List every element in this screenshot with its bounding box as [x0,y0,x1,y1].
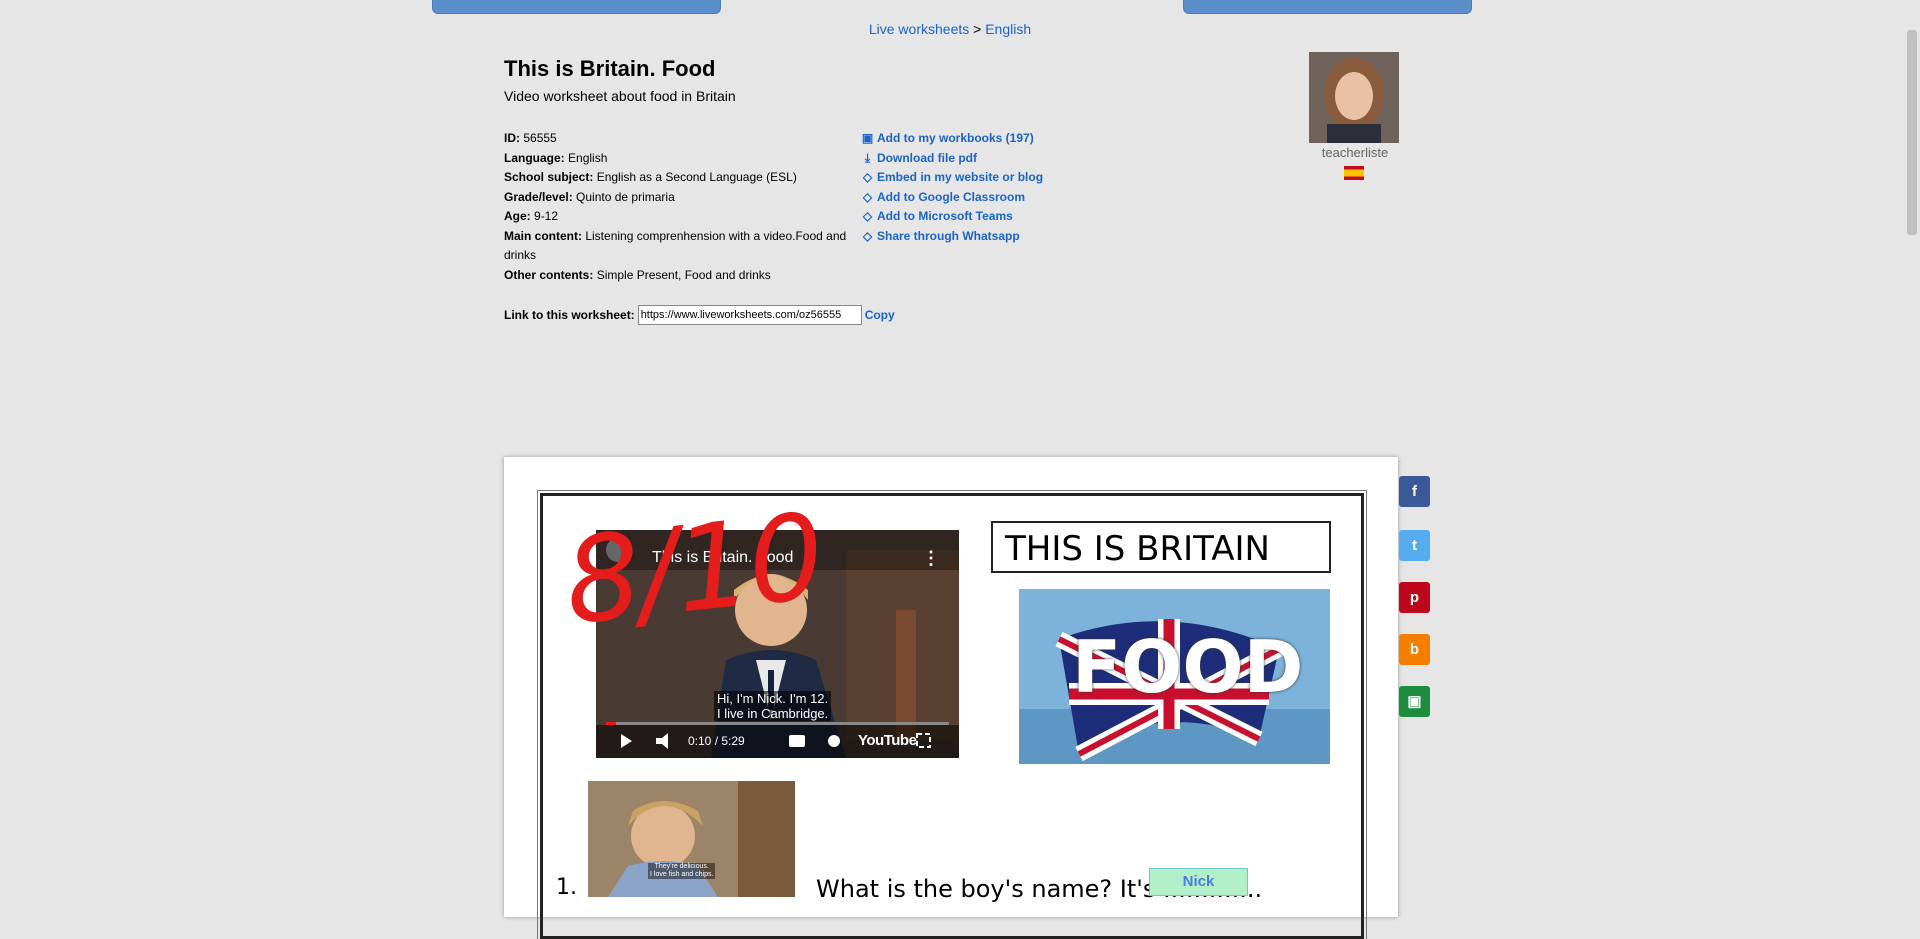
worksheet-link-input[interactable] [637,305,862,325]
embed-icon: ◇ [862,170,873,184]
google-classroom-icon: ▣ [1407,693,1422,710]
microsoft-teams-link[interactable]: ◇ Add to Microsoft Teams [861,207,1043,227]
video-caption: Hi, I'm Nick. I'm 12. I live in Cambridg… [714,691,832,721]
breadcrumb: Live worksheets > English [0,21,1900,37]
facebook-icon: f [1412,483,1417,500]
spain-flag-icon [1344,166,1364,180]
meta-id: ID: 56555 [504,131,557,145]
author-username[interactable]: teacherliste [1300,145,1410,160]
whatsapp-share-link[interactable]: ◇ Share through Whatsapp [861,227,1043,247]
top-right-button[interactable] [1183,0,1472,14]
meta-other-contents: Other contents: Simple Present, Food and… [504,267,771,282]
score-mark: 8/10 [558,486,829,652]
facebook-share-button[interactable]: f [1399,476,1430,507]
meta-language: Language: English [504,150,608,165]
pinterest-share-button[interactable]: p [1399,582,1430,613]
embed-icon: ◇ [862,209,873,223]
youtube-logo[interactable]: YouTube [858,732,917,749]
worksheet-meta: ID: 56555 Language: English School subje… [504,129,859,285]
google-classroom-share-button[interactable]: ▣ [1399,686,1430,717]
page-subtitle: Video worksheet about food in Britain [504,88,736,104]
food-banner-image: FOOD [1019,589,1330,764]
worksheet-heading: THIS IS BRITAIN [991,521,1331,573]
video-time: 0:10 / 5:29 [688,734,745,748]
add-to-workbooks-link[interactable]: ▣ Add to my workbooks (197) [861,129,1043,149]
breadcrumb-section-link[interactable]: English [985,21,1031,37]
embed-link[interactable]: ◇ Embed in my website or blog [861,168,1043,188]
copy-link-button[interactable]: Copy [865,308,895,322]
answer-field[interactable]: Nick [1149,868,1248,896]
author-avatar[interactable] [1309,52,1399,143]
top-left-button[interactable] [432,0,721,14]
worksheet-link-row: Link to this worksheet: Copy [504,305,895,325]
embed-icon: ◇ [862,228,873,243]
embed-icon: ◇ [862,189,873,204]
twitter-share-button[interactable]: t [1399,530,1430,561]
boy-eating-image: They're delicious. I love fish and chips… [588,781,795,897]
workbook-icon: ▣ [861,131,874,145]
food-word: FOOD [1072,625,1304,709]
google-classroom-link[interactable]: ◇ Add to Google Classroom [861,188,1043,208]
page-scrollbar[interactable] [1903,0,1920,904]
pinterest-icon: p [1409,589,1420,606]
meta-main-content: Main content: Listening comprenhension w… [504,228,847,263]
meta-grade: Grade/level: Quinto de primaria [504,189,675,204]
meta-age: Age: 9-12 [504,209,559,223]
more-options-icon[interactable]: ⋮ [922,548,940,569]
scrollbar-thumb[interactable] [1907,30,1917,235]
question-number: 1. [556,875,577,900]
page-title: This is Britain. Food [504,56,716,81]
blogger-icon: b [1409,641,1420,658]
download-pdf-link[interactable]: ⤓ Download file pdf [861,149,1043,169]
worksheet-actions: ▣ Add to my workbooks (197) ⤓ Download fil… [861,129,1043,246]
meta-subject: School subject: English as a Second Lang… [504,170,797,184]
breadcrumb-separator: > [973,21,982,37]
blogger-share-button[interactable]: b [1399,634,1430,665]
link-label: Link to this worksheet: [504,308,635,322]
boy-image-caption: They're delicious. I love fish and chips… [648,863,716,879]
twitter-icon: t [1412,537,1417,554]
download-icon: ⤓ [864,150,871,165]
breadcrumb-site-link[interactable]: Live worksheets [869,21,969,37]
